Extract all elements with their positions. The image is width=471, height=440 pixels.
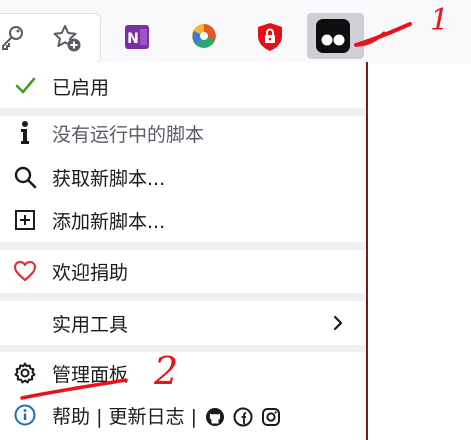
get-scripts-label: 获取新脚本... bbox=[52, 167, 166, 190]
donate-item[interactable]: 欢迎捐助 bbox=[0, 254, 365, 288]
help-link[interactable]: 帮助 bbox=[52, 406, 90, 428]
add-new-script-item[interactable]: 添加新脚本... bbox=[0, 203, 365, 237]
gear-icon bbox=[12, 360, 38, 386]
divider: | bbox=[190, 405, 197, 428]
heart-icon bbox=[12, 258, 38, 284]
menu-separator bbox=[0, 242, 365, 250]
onenote-icon[interactable]: N bbox=[124, 24, 150, 50]
menu-separator bbox=[0, 293, 365, 301]
menu-separator bbox=[0, 345, 365, 352]
extension-popup-menu: 已启用 没有运行中的脚本 获取新脚本... 添加新脚本... 欢迎捐助 实用工具… bbox=[0, 62, 365, 440]
info-icon bbox=[12, 120, 38, 146]
enabled-toggle[interactable]: 已启用 bbox=[0, 70, 365, 102]
background-page-edge bbox=[366, 62, 368, 440]
star-add-icon[interactable] bbox=[52, 23, 82, 53]
pie-chart-icon[interactable] bbox=[190, 22, 218, 50]
donate-label: 欢迎捐助 bbox=[52, 261, 129, 284]
utilities-label: 实用工具 bbox=[52, 313, 129, 336]
no-scripts-label: 没有运行中的脚本 bbox=[52, 123, 205, 146]
changelog-link[interactable]: 更新日志 bbox=[109, 406, 185, 428]
footer-links: 帮助 | 更新日志 | bbox=[52, 402, 281, 429]
search-icon bbox=[12, 164, 38, 190]
github-icon[interactable] bbox=[205, 407, 225, 427]
divider: | bbox=[96, 405, 103, 428]
browser-toolbar: N bbox=[0, 0, 471, 64]
utilities-item[interactable]: 实用工具 bbox=[0, 305, 365, 341]
no-running-scripts: 没有运行中的脚本 bbox=[0, 117, 365, 149]
tampermonkey-button[interactable] bbox=[307, 13, 364, 59]
add-script-label: 添加新脚本... bbox=[52, 210, 166, 233]
help-footer: 帮助 | 更新日志 | bbox=[0, 398, 365, 432]
facebook-icon[interactable] bbox=[233, 407, 253, 427]
tampermonkey-icon bbox=[316, 19, 350, 53]
dashboard-item[interactable]: 管理面板 bbox=[0, 356, 365, 390]
enabled-label: 已启用 bbox=[52, 76, 110, 99]
get-new-scripts-item[interactable]: 获取新脚本... bbox=[0, 160, 365, 194]
info-circle-icon bbox=[12, 402, 38, 428]
shield-lock-icon[interactable] bbox=[256, 22, 284, 52]
plus-square-icon bbox=[12, 207, 38, 233]
instagram-icon[interactable] bbox=[261, 407, 281, 427]
key-icon[interactable] bbox=[0, 24, 26, 50]
onenote-letter: N bbox=[127, 31, 139, 47]
menu-separator bbox=[0, 108, 365, 116]
checkmark-icon bbox=[12, 73, 38, 99]
chevron-right-icon bbox=[330, 313, 346, 333]
dashboard-label: 管理面板 bbox=[52, 363, 129, 386]
